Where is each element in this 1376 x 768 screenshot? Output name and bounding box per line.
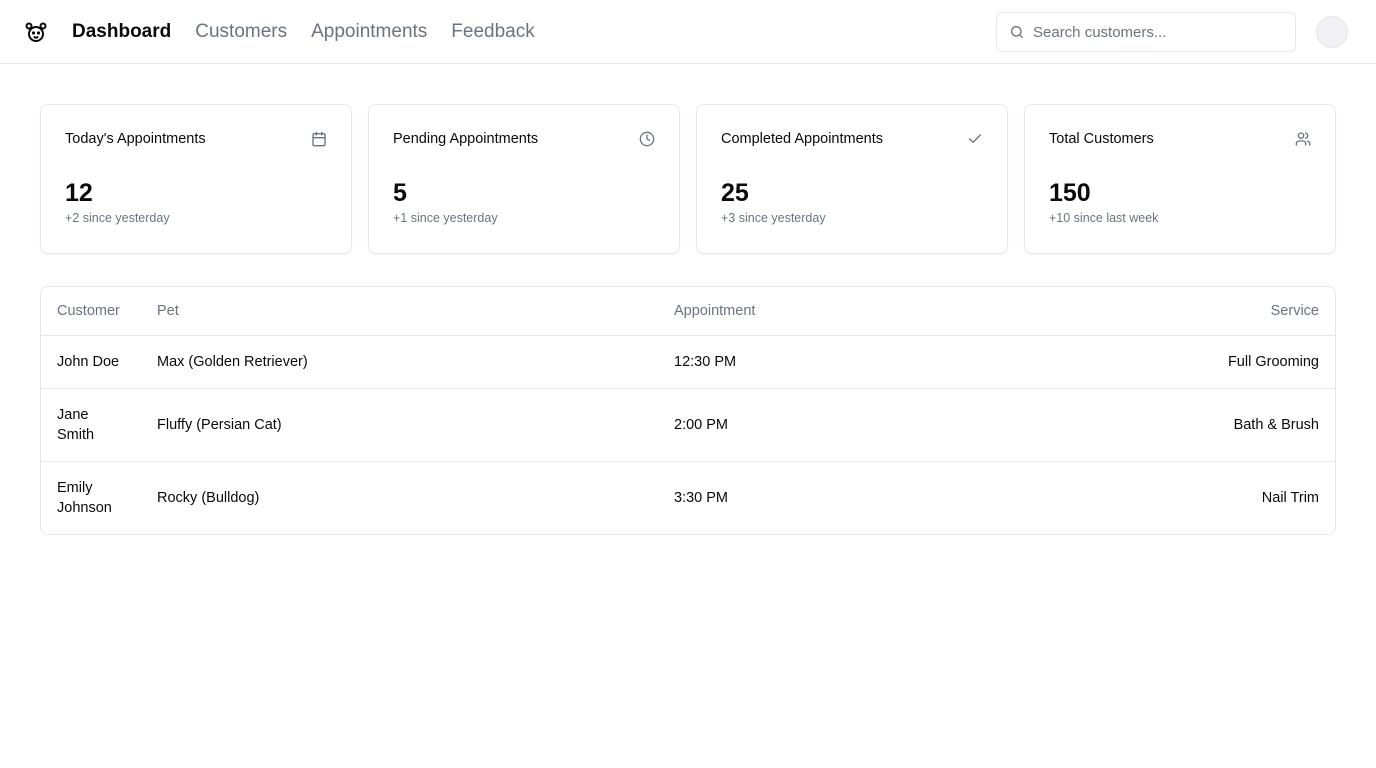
pet-name: Max (Golden Retriever) <box>141 335 658 389</box>
nav-appointments[interactable]: Appointments <box>311 21 427 43</box>
pet-name: Rocky (Bulldog) <box>157 489 260 506</box>
search-icon <box>1009 24 1025 40</box>
top-navigation-bar: Dashboard Customers Appointments Feedbac… <box>0 0 1376 64</box>
table-row[interactable]: Emily Johnson Rocky (Bulldog) 3:30 PM Na… <box>41 461 1335 534</box>
service-name: Nail Trim <box>1261 489 1319 506</box>
stat-card-pending-appointments: Pending Appointments 5 +1 since yesterda… <box>368 104 680 254</box>
appointment-time: 12:30 PM <box>658 335 983 389</box>
pet-name: Fluffy (Persian Cat) <box>141 388 658 462</box>
stat-card-value: 12 <box>65 179 93 207</box>
stat-card-change: +1 since yesterday <box>393 211 498 225</box>
column-header-customer[interactable]: Customer <box>41 287 141 336</box>
stat-card-change: +10 since last week <box>1049 211 1159 225</box>
table-row[interactable]: Jane Smith Fluffy (Persian Cat) 2:00 PM … <box>41 388 1335 462</box>
column-header-appointment[interactable]: Appointment <box>658 287 983 336</box>
users-icon <box>1295 131 1311 147</box>
clock-icon <box>639 131 655 147</box>
stat-card-value: 150 <box>1049 179 1091 207</box>
nav-dashboard[interactable]: Dashboard <box>72 21 171 43</box>
search-box <box>996 12 1296 52</box>
service-name: Full Grooming <box>982 335 1335 389</box>
calendar-icon <box>311 131 327 147</box>
appointments-table: Customer Pet Appointment Service John Do… <box>40 286 1336 535</box>
column-header-pet[interactable]: Pet <box>141 287 658 336</box>
paw-logo-icon[interactable] <box>24 20 48 44</box>
stat-card-title: Total Customers <box>1049 131 1154 147</box>
stat-card-title: Completed Appointments <box>721 131 884 147</box>
table-header-row: Customer Pet Appointment Service <box>41 287 1335 336</box>
customer-name: John Doe <box>41 335 141 389</box>
stat-card-title: Pending Appointments <box>393 131 539 147</box>
stat-card-value: 5 <box>393 179 407 207</box>
stat-card-total-customers: Total Customers 150 +10 since last week <box>1024 104 1336 254</box>
column-header-service[interactable]: Service <box>982 287 1335 336</box>
stat-card-change: +3 since yesterday <box>721 211 826 225</box>
stat-card-completed-appointments: Completed Appointments 25 +3 since yeste… <box>696 104 1008 254</box>
nav-feedback[interactable]: Feedback <box>451 21 534 43</box>
stats-cards: Today's Appointments 12 +2 since yesterd… <box>40 104 1336 254</box>
main-nav: Dashboard Customers Appointments Feedbac… <box>72 21 535 43</box>
service-name: Bath & Brush <box>982 388 1335 462</box>
customer-name: Jane Smith <box>41 388 141 462</box>
table-row[interactable]: John Doe Max (Golden Retriever) 12:30 PM… <box>41 335 1335 389</box>
stat-card-todays-appointments: Today's Appointments 12 +2 since yesterd… <box>40 104 352 254</box>
user-avatar[interactable] <box>1316 16 1348 48</box>
stat-card-change: +2 since yesterday <box>65 211 170 225</box>
search-input[interactable] <box>1033 23 1273 41</box>
customer-name: Emily Johnson <box>57 479 112 516</box>
check-icon <box>967 131 983 147</box>
appointment-time: 2:00 PM <box>658 388 983 462</box>
stat-card-value: 25 <box>721 179 749 207</box>
appointment-time: 3:30 PM <box>674 489 728 506</box>
nav-customers[interactable]: Customers <box>195 21 287 43</box>
stat-card-title: Today's Appointments <box>65 131 206 147</box>
